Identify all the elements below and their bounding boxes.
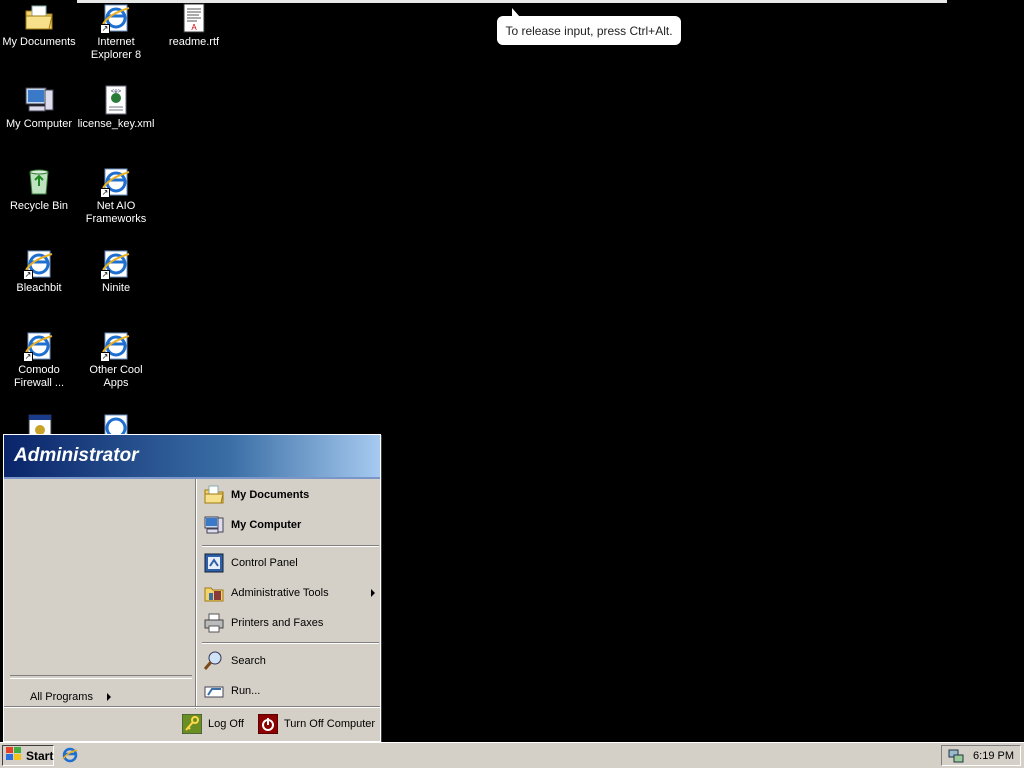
recycle-bin-icon xyxy=(23,166,55,198)
menu-item-label: My Documents xyxy=(231,489,310,501)
start-menu-left-pane: All Programs xyxy=(4,479,196,709)
power-icon xyxy=(257,713,279,735)
start-menu: Administrator All Programs My Documents … xyxy=(3,434,381,742)
release-input-tooltip: To release input, press Ctrl+Alt. xyxy=(497,8,681,45)
menu-item-label: Control Panel xyxy=(231,557,298,569)
desktop-icon-internet-explorer[interactable]: ↗ Internet Explorer 8 xyxy=(77,0,155,62)
separator xyxy=(10,675,192,679)
desktop-icon-label: Net AIO Frameworks xyxy=(85,200,147,225)
shortcut-arrow-icon: ↗ xyxy=(100,188,110,198)
key-icon xyxy=(181,713,203,735)
run-icon xyxy=(203,680,225,702)
tooltip-text: To release input, press Ctrl+Alt. xyxy=(505,23,673,38)
windows-logo-icon xyxy=(6,747,22,764)
desktop-icon-label: license_key.xml xyxy=(77,118,155,130)
chevron-right-icon xyxy=(371,589,375,597)
menu-item-control-panel[interactable]: Control Panel xyxy=(203,549,298,577)
turn-off-label: Turn Off Computer xyxy=(284,718,376,730)
start-menu-header: Administrator xyxy=(4,435,380,479)
svg-text:<e>: <e> xyxy=(111,89,122,95)
start-button[interactable]: Start xyxy=(2,745,54,766)
menu-item-run[interactable]: Run... xyxy=(203,677,260,705)
turn-off-computer-button[interactable]: Turn Off Computer xyxy=(257,713,376,735)
desktop-icon-label: Comodo Firewall ... xyxy=(13,364,65,389)
quick-launch-internet-explorer-icon[interactable] xyxy=(62,747,78,763)
all-programs-item[interactable]: All Programs xyxy=(30,689,111,705)
desktop-icon-comodo[interactable]: ↗ Comodo Firewall ... xyxy=(0,328,78,390)
ie-shortcut-icon: ↗ xyxy=(100,166,132,198)
desktop-icon-label: Other Cool Apps xyxy=(89,364,143,389)
ie-shortcut-icon: ↗ xyxy=(100,248,132,280)
ie-shortcut-icon: ↗ xyxy=(23,330,55,362)
all-programs-label: All Programs xyxy=(30,691,93,703)
desktop-icon-bleachbit[interactable]: ↗ Bleachbit xyxy=(0,246,78,295)
desktop-icon-recycle-bin[interactable]: Recycle Bin xyxy=(0,164,78,213)
control-panel-icon xyxy=(203,552,225,574)
xml-document-icon: <e> xyxy=(100,84,132,116)
desktop-icon-readme[interactable]: A readme.rtf xyxy=(155,0,233,49)
system-tray: 6:19 PM xyxy=(941,745,1021,766)
menu-item-label: Printers and Faxes xyxy=(231,617,324,629)
shortcut-arrow-icon: ↗ xyxy=(100,270,110,280)
shortcut-arrow-icon: ↗ xyxy=(100,352,110,362)
svg-text:A: A xyxy=(191,23,197,32)
desktop-icon-other-cool-apps[interactable]: ↗ Other Cool Apps xyxy=(77,328,155,390)
desktop-icon-my-documents[interactable]: My Documents xyxy=(0,0,78,49)
desktop-icon-ninite[interactable]: ↗ Ninite xyxy=(77,246,155,295)
shortcut-arrow-icon: ↗ xyxy=(23,270,33,280)
menu-item-my-computer[interactable]: My Computer xyxy=(203,511,301,539)
clock[interactable]: 6:19 PM xyxy=(973,750,1014,762)
desktop-icon-my-computer[interactable]: My Computer xyxy=(0,82,78,131)
taskbar: Start 6:19 PM xyxy=(0,742,1024,768)
desktop-icon-label: My Documents xyxy=(2,36,76,48)
menu-item-search[interactable]: Search xyxy=(203,647,266,675)
printer-icon xyxy=(203,612,225,634)
menu-item-label: Search xyxy=(231,655,266,667)
tooltip-tail xyxy=(512,8,520,17)
administrative-tools-icon xyxy=(203,582,225,604)
search-icon xyxy=(203,650,225,672)
desktop-icon-license-key[interactable]: <e> license_key.xml xyxy=(77,82,155,131)
shortcut-arrow-icon: ↗ xyxy=(100,24,110,34)
log-off-label: Log Off xyxy=(208,718,244,730)
desktop-icon-net-aio[interactable]: ↗ Net AIO Frameworks xyxy=(77,164,155,226)
computer-icon xyxy=(23,84,55,116)
computer-icon xyxy=(203,514,225,536)
shortcut-arrow-icon: ↗ xyxy=(23,352,33,362)
desktop-icon-label: Ninite xyxy=(101,282,131,294)
desktop-icon-label: Internet Explorer 8 xyxy=(90,36,142,61)
menu-item-label: Run... xyxy=(231,685,261,697)
folder-documents-icon xyxy=(23,2,55,34)
internet-explorer-icon: ↗ xyxy=(100,2,132,34)
menu-item-administrative-tools[interactable]: Administrative Tools xyxy=(203,579,381,607)
separator xyxy=(202,545,379,547)
menu-item-label: My Computer xyxy=(231,519,302,531)
menu-item-label: Administrative Tools xyxy=(231,587,329,599)
desktop-icon-label: Bleachbit xyxy=(16,282,62,294)
desktop-icon-label: My Computer xyxy=(5,118,73,130)
rtf-document-icon: A xyxy=(178,2,210,34)
start-menu-right-pane: My Documents My Computer Control Panel A… xyxy=(196,479,381,709)
desktop-icon-label: Recycle Bin xyxy=(9,200,69,212)
menu-item-printers-faxes[interactable]: Printers and Faxes xyxy=(203,609,323,637)
separator xyxy=(202,642,379,644)
chevron-right-icon xyxy=(106,693,111,701)
desktop-icon-label: readme.rtf xyxy=(168,36,220,48)
ie-shortcut-icon: ↗ xyxy=(100,330,132,362)
start-label: Start xyxy=(26,748,54,763)
network-tray-icon[interactable] xyxy=(948,748,964,764)
folder-documents-icon xyxy=(203,484,225,506)
log-off-button[interactable]: Log Off xyxy=(181,713,244,735)
menu-item-my-documents[interactable]: My Documents xyxy=(203,481,309,509)
start-menu-footer: Log Off Turn Off Computer xyxy=(4,706,380,741)
user-name: Administrator xyxy=(14,445,139,466)
ie-shortcut-icon: ↗ xyxy=(23,248,55,280)
